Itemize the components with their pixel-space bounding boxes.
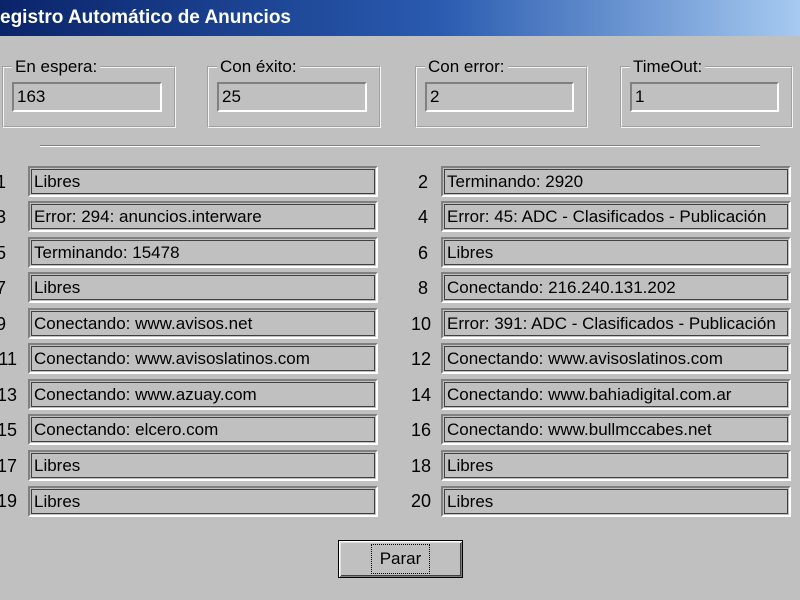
slot-number: 19 [0, 491, 17, 511]
stop-button[interactable]: Parar [338, 540, 463, 578]
slot-status-field: Terminando: 2920 [441, 166, 791, 197]
slot-status-field: Libres [28, 166, 378, 197]
slot-status-field: Terminando: 15478 [28, 237, 378, 268]
group-label-en-espera: En espera: [12, 57, 101, 77]
group-timeout: TimeOut: 1 [620, 57, 793, 128]
slot-number: 10 [410, 314, 431, 334]
slot-number: 11 [0, 349, 17, 369]
field-en-espera: 163 [12, 82, 162, 112]
slot-number: 8 [417, 278, 428, 298]
slot-number: 18 [410, 456, 431, 476]
slot-status-field: Conectando: 216.240.131.202 [441, 272, 791, 303]
slot-status-field: Conectando: www.azuay.com [28, 379, 378, 410]
slot-status-field: Libres [441, 237, 791, 268]
field-timeout: 1 [630, 82, 779, 112]
group-con-exito: Con éxito: 25 [207, 57, 381, 128]
slot-status-field: Libres [441, 486, 791, 517]
slot-status-field: Error: 294: anuncios.interware [28, 201, 378, 232]
group-label-con-exito: Con éxito: [217, 57, 300, 77]
slot-status-field: Conectando: www.avisoslatinos.com [441, 343, 791, 374]
field-con-error: 2 [425, 82, 574, 112]
slot-status-field: Conectando: www.avisoslatinos.com [28, 343, 378, 374]
group-con-error: Con error: 2 [415, 57, 588, 128]
slot-status-field: Conectando: www.bahiadigital.com.ar [441, 379, 791, 410]
slot-number: 7 [0, 278, 6, 298]
slot-number: 12 [410, 349, 431, 369]
separator [40, 145, 760, 147]
window-title: egistro Automático de Anuncios [0, 7, 292, 28]
slot-status-field: Libres [28, 272, 378, 303]
slot-status-field: Conectando: www.avisos.net [28, 308, 378, 339]
slot-number: 14 [410, 385, 431, 405]
group-label-timeout: TimeOut: [630, 57, 706, 77]
stop-button-label: Parar [370, 544, 431, 574]
slot-status-field: Libres [28, 486, 378, 517]
slot-status-field: Conectando: elcero.com [28, 414, 378, 445]
slot-status-field: Error: 45: ADC - Clasificados - Publicac… [441, 201, 791, 232]
slot-number: 3 [0, 207, 6, 227]
field-con-exito: 25 [217, 82, 367, 112]
slot-number: 1 [0, 172, 6, 192]
slot-number: 20 [410, 491, 431, 511]
slot-number: 5 [0, 243, 6, 263]
slot-status-field: Conectando: www.bullmccabes.net [441, 414, 791, 445]
slot-number: 15 [0, 420, 17, 440]
slot-number: 2 [417, 172, 428, 192]
title-bar[interactable]: egistro Automático de Anuncios [0, 0, 800, 36]
slot-number: 6 [417, 243, 428, 263]
group-en-espera: En espera: 163 [2, 57, 176, 128]
slot-status-field: Libres [441, 450, 791, 481]
slot-status-field: Libres [28, 450, 378, 481]
slot-number: 13 [0, 385, 17, 405]
group-label-con-error: Con error: [425, 57, 508, 77]
slot-number: 16 [410, 420, 431, 440]
slot-number: 17 [0, 456, 17, 476]
slot-status-field: Error: 391: ADC - Clasificados - Publica… [441, 308, 791, 339]
slot-number: 9 [0, 314, 6, 334]
slot-number: 4 [417, 207, 428, 227]
